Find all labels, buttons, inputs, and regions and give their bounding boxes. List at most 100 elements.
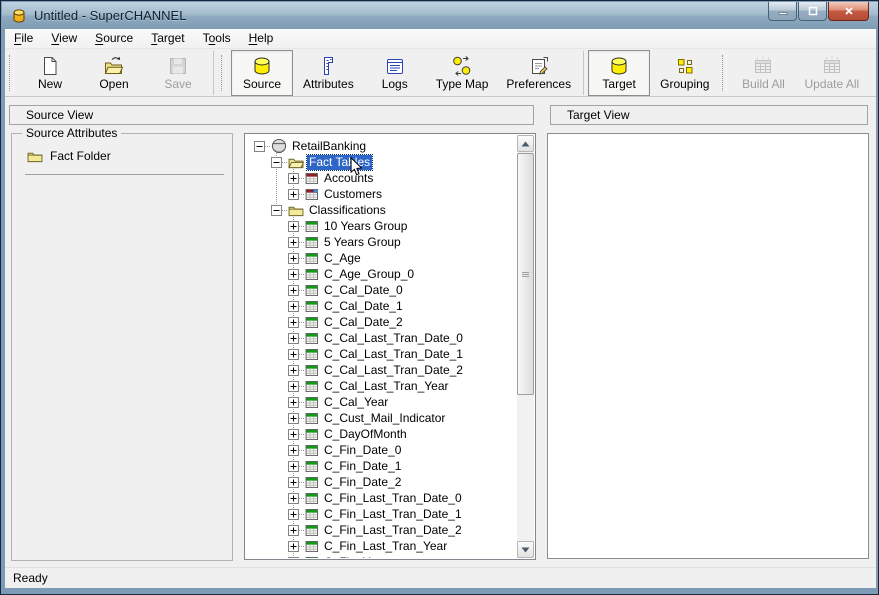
tree-row-c-cal-date-2[interactable]: C_Cal_Date_2 [246, 314, 517, 330]
tree-row-5-years-group[interactable]: 5 Years Group [246, 234, 517, 250]
menu-tools[interactable]: Tools [194, 29, 240, 49]
tree-row-retailbanking[interactable]: RetailBanking [246, 138, 517, 154]
source-button[interactable]: Source [231, 50, 293, 96]
menu-file[interactable]: File [5, 29, 42, 49]
expander-plus-icon[interactable] [288, 557, 299, 559]
tree-row-c-cal-last-tran-date-1[interactable]: C_Cal_Last_Tran_Date_1 [246, 346, 517, 362]
tree-row-c-fin-date-1[interactable]: C_Fin_Date_1 [246, 458, 517, 474]
tree-row-accounts[interactable]: Accounts [246, 170, 517, 186]
tree-row-c-fin-last-tran-date-0[interactable]: C_Fin_Last_Tran_Date_0 [246, 490, 517, 506]
tree-label[interactable]: C_Fin_Last_Tran_Date_0 [322, 491, 464, 506]
expander-plus-icon[interactable] [288, 429, 299, 440]
tree-row-c-cal-last-tran-year[interactable]: C_Cal_Last_Tran_Year [246, 378, 517, 394]
target-button[interactable]: Target [588, 50, 650, 96]
expander-plus-icon[interactable] [288, 173, 299, 184]
tree-label[interactable]: 5 Years Group [322, 235, 403, 250]
tree-label[interactable]: C_Fin_Year [322, 555, 389, 559]
tree-row-customers[interactable]: Customers [246, 186, 517, 202]
expander-plus-icon[interactable] [288, 333, 299, 344]
expander-plus-icon[interactable] [288, 381, 299, 392]
resume-all-button[interactable]: Resume All [869, 50, 876, 96]
tree-label[interactable]: C_Cust_Mail_Indicator [322, 411, 447, 426]
minimize-button[interactable] [768, 2, 797, 21]
tree-row-c-fin-last-tran-year[interactable]: C_Fin_Last_Tran_Year [246, 538, 517, 554]
fact-folder-item[interactable]: Fact Folder [27, 149, 232, 163]
expander-plus-icon[interactable] [288, 189, 299, 200]
expander-plus-icon[interactable] [288, 445, 299, 456]
tree-row-classifications[interactable]: Classifications [246, 202, 517, 218]
build-all-button[interactable]: Build All [732, 50, 794, 96]
tree-label[interactable]: C_Cal_Last_Tran_Year [322, 379, 451, 394]
tree-label[interactable]: C_Cal_Year [322, 395, 390, 410]
tree-row-c-dayofmonth[interactable]: C_DayOfMonth [246, 426, 517, 442]
expander-plus-icon[interactable] [288, 509, 299, 520]
scrollbar-thumb[interactable] [517, 153, 534, 395]
tree-label[interactable]: C_Fin_Date_1 [322, 459, 403, 474]
tree-row-c-cal-last-tran-date-2[interactable]: C_Cal_Last_Tran_Date_2 [246, 362, 517, 378]
tree-label[interactable]: Fact Tables [307, 155, 372, 170]
open-button[interactable]: Open [83, 50, 145, 96]
tree-label[interactable]: 10 Years Group [322, 219, 409, 234]
tree-row-c-fin-date-0[interactable]: C_Fin_Date_0 [246, 442, 517, 458]
tree-row-c-age[interactable]: C_Age [246, 250, 517, 266]
menu-help[interactable]: Help [240, 29, 283, 49]
tree-label[interactable]: C_Cal_Date_2 [322, 315, 405, 330]
tree-row-fact-tables[interactable]: Fact Tables [246, 154, 517, 170]
tree-label[interactable]: C_Cal_Date_1 [322, 299, 405, 314]
tree-label[interactable]: C_Fin_Last_Tran_Date_2 [322, 523, 464, 538]
tree-row-c-cust-mail-indicator[interactable]: C_Cust_Mail_Indicator [246, 410, 517, 426]
tree-row-c-fin-year[interactable]: C_Fin_Year [246, 554, 517, 558]
expander-plus-icon[interactable] [288, 477, 299, 488]
expander-minus-icon[interactable] [271, 205, 282, 216]
tree-label[interactable]: RetailBanking [290, 139, 368, 154]
tree-row-c-age-group-0[interactable]: C_Age_Group_0 [246, 266, 517, 282]
tree-label[interactable]: C_Fin_Date_0 [322, 443, 403, 458]
expander-plus-icon[interactable] [288, 269, 299, 280]
maximize-button[interactable] [798, 2, 827, 21]
tree-row-c-fin-last-tran-date-1[interactable]: C_Fin_Last_Tran_Date_1 [246, 506, 517, 522]
expander-plus-icon[interactable] [288, 541, 299, 552]
tree-row-c-fin-last-tran-date-2[interactable]: C_Fin_Last_Tran_Date_2 [246, 522, 517, 538]
tree-row-c-cal-last-tran-date-0[interactable]: C_Cal_Last_Tran_Date_0 [246, 330, 517, 346]
tree-row-10-years-group[interactable]: 10 Years Group [246, 218, 517, 234]
menu-source[interactable]: Source [86, 29, 142, 49]
new-button[interactable]: New [19, 50, 81, 96]
expander-minus-icon[interactable] [271, 157, 282, 168]
expander-plus-icon[interactable] [288, 237, 299, 248]
tree-label[interactable]: C_Cal_Last_Tran_Date_1 [322, 347, 465, 362]
grouping-button[interactable]: Grouping [652, 50, 717, 96]
menu-target[interactable]: Target [142, 29, 193, 49]
expander-plus-icon[interactable] [288, 493, 299, 504]
scroll-down-button[interactable] [517, 541, 534, 558]
tree-label[interactable]: Classifications [307, 203, 388, 218]
expander-plus-icon[interactable] [288, 253, 299, 264]
tree-label[interactable]: C_Cal_Date_0 [322, 283, 405, 298]
expander-plus-icon[interactable] [288, 461, 299, 472]
tree-row-c-fin-date-2[interactable]: C_Fin_Date_2 [246, 474, 517, 490]
expander-plus-icon[interactable] [288, 221, 299, 232]
close-button[interactable] [828, 2, 869, 21]
tree-row-c-cal-year[interactable]: C_Cal_Year [246, 394, 517, 410]
expander-plus-icon[interactable] [288, 397, 299, 408]
tree-label[interactable]: C_Age [322, 251, 363, 266]
preferences-button[interactable]: Preferences [498, 50, 579, 96]
tree-label[interactable]: C_Fin_Date_2 [322, 475, 403, 490]
save-button[interactable]: Save [147, 50, 209, 96]
expander-plus-icon[interactable] [288, 317, 299, 328]
update-all-button[interactable]: Update All [796, 50, 867, 96]
tree-label[interactable]: Customers [322, 187, 384, 202]
logs-button[interactable]: Logs [364, 50, 426, 96]
tree-label[interactable]: C_Cal_Last_Tran_Date_0 [322, 331, 465, 346]
expander-minus-icon[interactable] [254, 141, 265, 152]
tree-label[interactable]: Accounts [322, 171, 375, 186]
tree-label[interactable]: C_DayOfMonth [322, 427, 409, 442]
expander-plus-icon[interactable] [288, 349, 299, 360]
expander-plus-icon[interactable] [288, 285, 299, 296]
menu-view[interactable]: View [42, 29, 86, 49]
tree-label[interactable]: C_Cal_Last_Tran_Date_2 [322, 363, 465, 378]
type-map-button[interactable]: Type Map [428, 50, 497, 96]
expander-plus-icon[interactable] [288, 413, 299, 424]
tree-label[interactable]: C_Age_Group_0 [322, 267, 416, 282]
tree-label[interactable]: C_Fin_Last_Tran_Date_1 [322, 507, 464, 522]
scroll-up-button[interactable] [517, 135, 534, 152]
